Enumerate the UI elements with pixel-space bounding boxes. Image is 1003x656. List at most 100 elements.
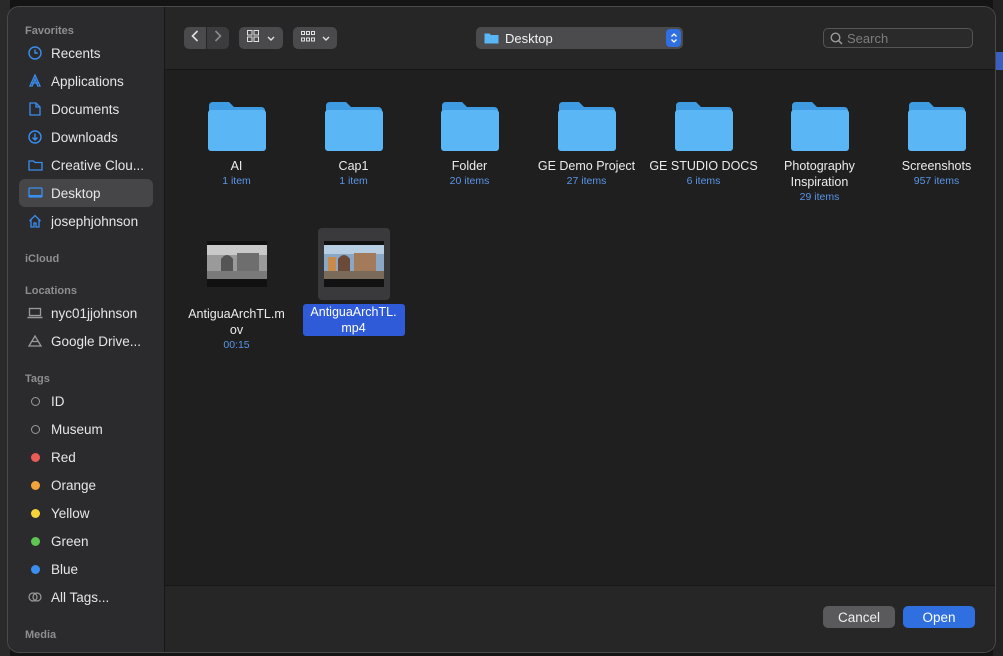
sidebar-item-tag-id[interactable]: ID [19, 387, 153, 415]
forward-button[interactable] [207, 27, 229, 49]
back-button[interactable] [184, 27, 206, 49]
background-tab [995, 52, 1003, 70]
clock-icon [27, 45, 43, 61]
sidebar-item-label: Desktop [51, 185, 101, 201]
folder-item[interactable]: Cap1 1 item [295, 100, 412, 188]
group-by-button[interactable] [293, 27, 337, 49]
sidebar-item-downloads[interactable]: Downloads [19, 123, 153, 151]
sidebar-item-label: Documents [51, 101, 120, 117]
home-icon [27, 213, 43, 229]
sidebar-item-google-drive[interactable]: Google Drive... [19, 327, 153, 355]
file-meta: 00:15 [223, 339, 250, 351]
sidebar-item-tag-orange[interactable]: Orange [19, 471, 153, 499]
file-name-highlight: AntiguaArchTL.mp4 [302, 304, 405, 336]
drive-icon [27, 333, 43, 349]
folder-icon [411, 100, 528, 152]
chevron-down-icon [267, 29, 275, 47]
file-meta: 6 items [686, 175, 721, 187]
video-file-item-selected[interactable]: AntiguaArchTL.mp4 [295, 228, 412, 336]
file-name: Cap1 [338, 159, 369, 173]
document-icon [27, 101, 43, 117]
video-thumbnail [178, 228, 295, 300]
file-name: Photography Inspiration [784, 159, 855, 189]
sidebar-item-label: josephjohnson [51, 213, 139, 229]
chevron-right-icon [214, 29, 222, 47]
sidebar-item-label: Red [51, 449, 76, 465]
media-header: Media [25, 629, 57, 641]
open-button[interactable]: Open [903, 606, 975, 628]
tag-dot-icon [27, 449, 43, 465]
sidebar-item-label: Creative Clou... [51, 157, 145, 173]
desktop-folder-icon [484, 32, 499, 44]
sidebar-item-label: Google Drive... [51, 333, 142, 349]
folder-icon [761, 100, 878, 152]
file-name: Folder [451, 159, 488, 173]
sidebar-item-tag-yellow[interactable]: Yellow [19, 499, 153, 527]
file-meta: 29 items [799, 191, 840, 203]
folder-item[interactable]: Screenshots 957 items [878, 100, 995, 188]
sidebar-item-home[interactable]: josephjohnson [19, 207, 153, 235]
sidebar-item-recents[interactable]: Recents [19, 39, 153, 67]
sidebar-item-label: Green [51, 533, 89, 549]
folder-item[interactable]: Photography Inspiration 29 items [761, 100, 878, 204]
file-browser: Desktop AI 1 item Cap1 1 item F [165, 7, 995, 652]
icon-grid-icon [247, 29, 259, 47]
sidebar-item-label: Recents [51, 45, 101, 61]
sidebar-item-tag-blue[interactable]: Blue [19, 555, 153, 583]
folder-icon [528, 100, 645, 152]
folder-icon [27, 157, 43, 173]
favorites-header: Favorites [25, 25, 74, 37]
file-name: Screenshots [901, 159, 972, 173]
tag-dot-icon [27, 505, 43, 521]
search-field[interactable] [823, 28, 973, 48]
search-icon [830, 31, 843, 45]
sidebar-item-applications[interactable]: Applications [19, 67, 153, 95]
tag-dot-icon [27, 421, 43, 437]
sidebar-item-tag-museum[interactable]: Museum [19, 415, 153, 443]
folder-item[interactable]: AI 1 item [178, 100, 295, 188]
location-popup[interactable]: Desktop [476, 27, 683, 49]
icloud-header: iCloud [25, 253, 60, 265]
folder-item[interactable]: GE Demo Project 27 items [528, 100, 645, 188]
folder-item[interactable]: GE STUDIO DOCS 6 items [645, 100, 762, 188]
file-meta: 27 items [566, 175, 607, 187]
applications-icon [27, 73, 43, 89]
tag-dot-icon [27, 393, 43, 409]
sidebar-item-nyc01jjohnson[interactable]: nyc01jjohnson [19, 299, 153, 327]
folder-icon [645, 100, 762, 152]
dialog-footer: Cancel Open [165, 585, 995, 652]
sidebar-item-label: Applications [51, 73, 124, 89]
folder-item[interactable]: Folder 20 items [411, 100, 528, 188]
location-label: Desktop [505, 30, 553, 46]
folder-icon [295, 100, 412, 152]
view-mode-button[interactable] [239, 27, 283, 49]
chevron-left-icon [191, 29, 199, 47]
file-name: GE STUDIO DOCS [649, 159, 758, 173]
toolbar: Desktop [165, 7, 995, 70]
sidebar-item-label: Orange [51, 477, 97, 493]
video-file-item[interactable]: AntiguaArchTL.mov 00:15 [178, 228, 295, 352]
sidebar-item-all-tags[interactable]: All Tags... [19, 583, 153, 611]
tags-header: Tags [25, 373, 50, 385]
search-input[interactable] [847, 30, 957, 46]
folder-icon [178, 100, 295, 152]
cancel-button[interactable]: Cancel [823, 606, 895, 628]
chevron-down-icon [322, 29, 330, 47]
sidebar-item-desktop[interactable]: Desktop [19, 179, 153, 207]
download-icon [27, 129, 43, 145]
sidebar-item-tag-red[interactable]: Red [19, 443, 153, 471]
sidebar-item-label: ID [51, 393, 65, 409]
sidebar-item-label: Museum [51, 421, 103, 437]
sidebar-item-label: nyc01jjohnson [51, 305, 138, 321]
file-meta: 957 items [913, 175, 960, 187]
locations-header: Locations [25, 285, 77, 297]
sidebar-item-label: Blue [51, 561, 79, 577]
sidebar-item-tag-green[interactable]: Green [19, 527, 153, 555]
sidebar-item-label: All Tags... [51, 589, 110, 605]
file-name: AntiguaArchTL.mov [188, 307, 285, 337]
sidebar-item-creative-cloud[interactable]: Creative Clou... [19, 151, 153, 179]
tag-dot-icon [27, 533, 43, 549]
desktop-icon [27, 185, 43, 201]
sidebar-item-documents[interactable]: Documents [19, 95, 153, 123]
file-grid: AI 1 item Cap1 1 item Folder 20 items GE… [165, 70, 995, 582]
